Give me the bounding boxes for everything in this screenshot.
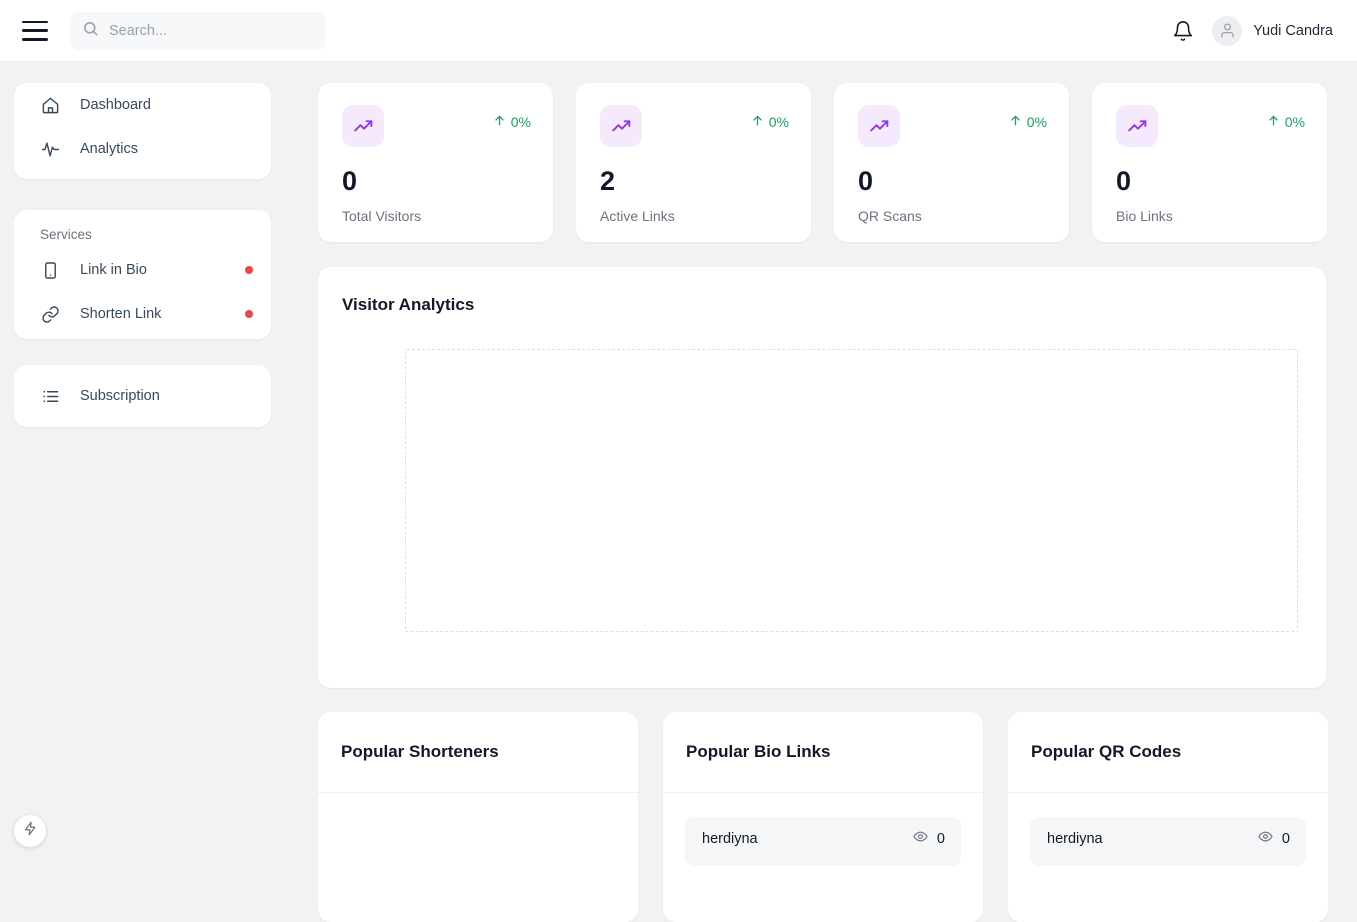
stat-card-total-visitors: 0% 0 Total Visitors (318, 83, 553, 242)
stat-delta: 0% (1267, 114, 1305, 130)
stat-delta-value: 0% (511, 114, 531, 130)
stat-card-active-links: 0% 2 Active Links (576, 83, 811, 242)
home-icon (40, 95, 60, 115)
top-bar-right: Yudi Candra (1172, 16, 1333, 46)
list-item-view-count: 0 (1282, 831, 1290, 847)
stat-card-top: 0% (342, 105, 531, 147)
hamburger-bar (22, 29, 48, 32)
arrow-up-icon (751, 114, 764, 130)
panel-title: Visitor Analytics (342, 295, 474, 315)
list-item-row: herdiyna 0 (702, 829, 945, 848)
trending-up-icon (342, 105, 384, 147)
trending-up-icon (1116, 105, 1158, 147)
stat-card-top: 0% (600, 105, 789, 147)
stat-value: 0 (1116, 166, 1305, 197)
sidebar-item-label: Link in Bio (80, 262, 147, 278)
card-header: Popular QR Codes (1008, 712, 1328, 793)
sidebar-item-shorten-link[interactable]: Shorten Link (14, 292, 271, 336)
stat-label: Total Visitors (342, 208, 531, 224)
sidebar: Dashboard Analytics Services Link in Bio (0, 62, 300, 859)
trending-up-icon (858, 105, 900, 147)
stat-delta: 0% (493, 114, 531, 130)
stat-card-top: 0% (1116, 105, 1305, 147)
search-box[interactable] (70, 12, 326, 50)
card-header: Popular Bio Links (663, 712, 983, 793)
user-name: Yudi Candra (1253, 23, 1333, 39)
popular-bio-links-card: Popular Bio Links herdiyna 0 (663, 712, 983, 922)
link-chain-icon (40, 304, 60, 324)
list-item-name: herdiyna (1047, 831, 1103, 847)
hamburger-menu-icon[interactable] (22, 21, 48, 41)
hamburger-bar (22, 38, 48, 41)
card-body: herdiyna 0 (663, 793, 983, 866)
hamburger-bar (22, 21, 48, 24)
stat-label: QR Scans (858, 208, 1047, 224)
quick-action-button[interactable] (14, 815, 46, 847)
stat-delta-value: 0% (769, 114, 789, 130)
bell-icon[interactable] (1172, 20, 1194, 42)
sidebar-item-label: Analytics (80, 141, 138, 157)
card-title: Popular Shorteners (341, 742, 499, 762)
list-item-view-count: 0 (937, 831, 945, 847)
sidebar-group-main: Dashboard Analytics (14, 83, 271, 179)
sidebar-item-dashboard[interactable]: Dashboard (14, 83, 271, 127)
activity-pulse-icon (40, 139, 60, 159)
list-item-name: herdiyna (702, 831, 758, 847)
stat-card-top: 0% (858, 105, 1047, 147)
stat-label: Active Links (600, 208, 789, 224)
popular-shorteners-card: Popular Shorteners (318, 712, 638, 922)
visitor-analytics-chart (405, 349, 1298, 632)
list-item-views: 0 (1258, 829, 1290, 848)
stat-delta: 0% (1009, 114, 1047, 130)
stat-delta-value: 0% (1027, 114, 1047, 130)
user-profile[interactable]: Yudi Candra (1212, 16, 1333, 46)
list-item-row: herdiyna 0 (1047, 829, 1290, 848)
stats-row: 0% 0 Total Visitors (318, 83, 1327, 242)
search-input[interactable] (109, 23, 299, 39)
stat-delta-value: 0% (1285, 114, 1305, 130)
card-title: Popular QR Codes (1031, 742, 1181, 762)
notification-dot (245, 310, 253, 318)
lightning-bolt-icon (23, 821, 38, 841)
avatar (1212, 16, 1242, 46)
sidebar-item-subscription[interactable]: Subscription (14, 374, 271, 418)
visitor-analytics-panel: Visitor Analytics (318, 267, 1326, 688)
card-header: Popular Shorteners (318, 712, 638, 793)
arrow-up-icon (1267, 114, 1280, 130)
sidebar-item-link-in-bio[interactable]: Link in Bio (14, 248, 271, 292)
stat-card-qr-scans: 0% 0 QR Scans (834, 83, 1069, 242)
popular-cards-row: Popular Shorteners Popular Bio Links her… (318, 712, 1328, 922)
stat-value: 0 (342, 166, 531, 197)
mobile-phone-icon (40, 260, 60, 280)
list-item-views: 0 (913, 829, 945, 848)
eye-icon (913, 829, 928, 848)
arrow-up-icon (1009, 114, 1022, 130)
sidebar-item-label: Shorten Link (80, 306, 161, 322)
sidebar-item-label: Subscription (80, 388, 160, 404)
trending-up-icon (600, 105, 642, 147)
main-content: 0% 0 Total Visitors (300, 62, 1357, 859)
stat-delta: 0% (751, 114, 789, 130)
sidebar-group-services: Services Link in Bio Shorten Link (14, 210, 271, 339)
sidebar-section-label: Services (14, 220, 271, 248)
card-body: herdiyna 0 (1008, 793, 1328, 866)
list-icon (40, 386, 60, 406)
sidebar-item-label: Dashboard (80, 97, 151, 113)
notification-dot (245, 266, 253, 274)
stat-value: 0 (858, 166, 1047, 197)
card-body (318, 793, 638, 817)
top-bar: Yudi Candra (0, 0, 1357, 62)
card-title: Popular Bio Links (686, 742, 831, 762)
sidebar-group-subscription: Subscription (14, 365, 271, 427)
stat-card-bio-links: 0% 0 Bio Links (1092, 83, 1327, 242)
sidebar-item-analytics[interactable]: Analytics (14, 127, 271, 171)
popular-qr-codes-card: Popular QR Codes herdiyna 0 (1008, 712, 1328, 922)
arrow-up-icon (493, 114, 506, 130)
eye-icon (1258, 829, 1273, 848)
stat-value: 2 (600, 166, 789, 197)
stat-label: Bio Links (1116, 208, 1305, 224)
search-icon (82, 20, 99, 42)
